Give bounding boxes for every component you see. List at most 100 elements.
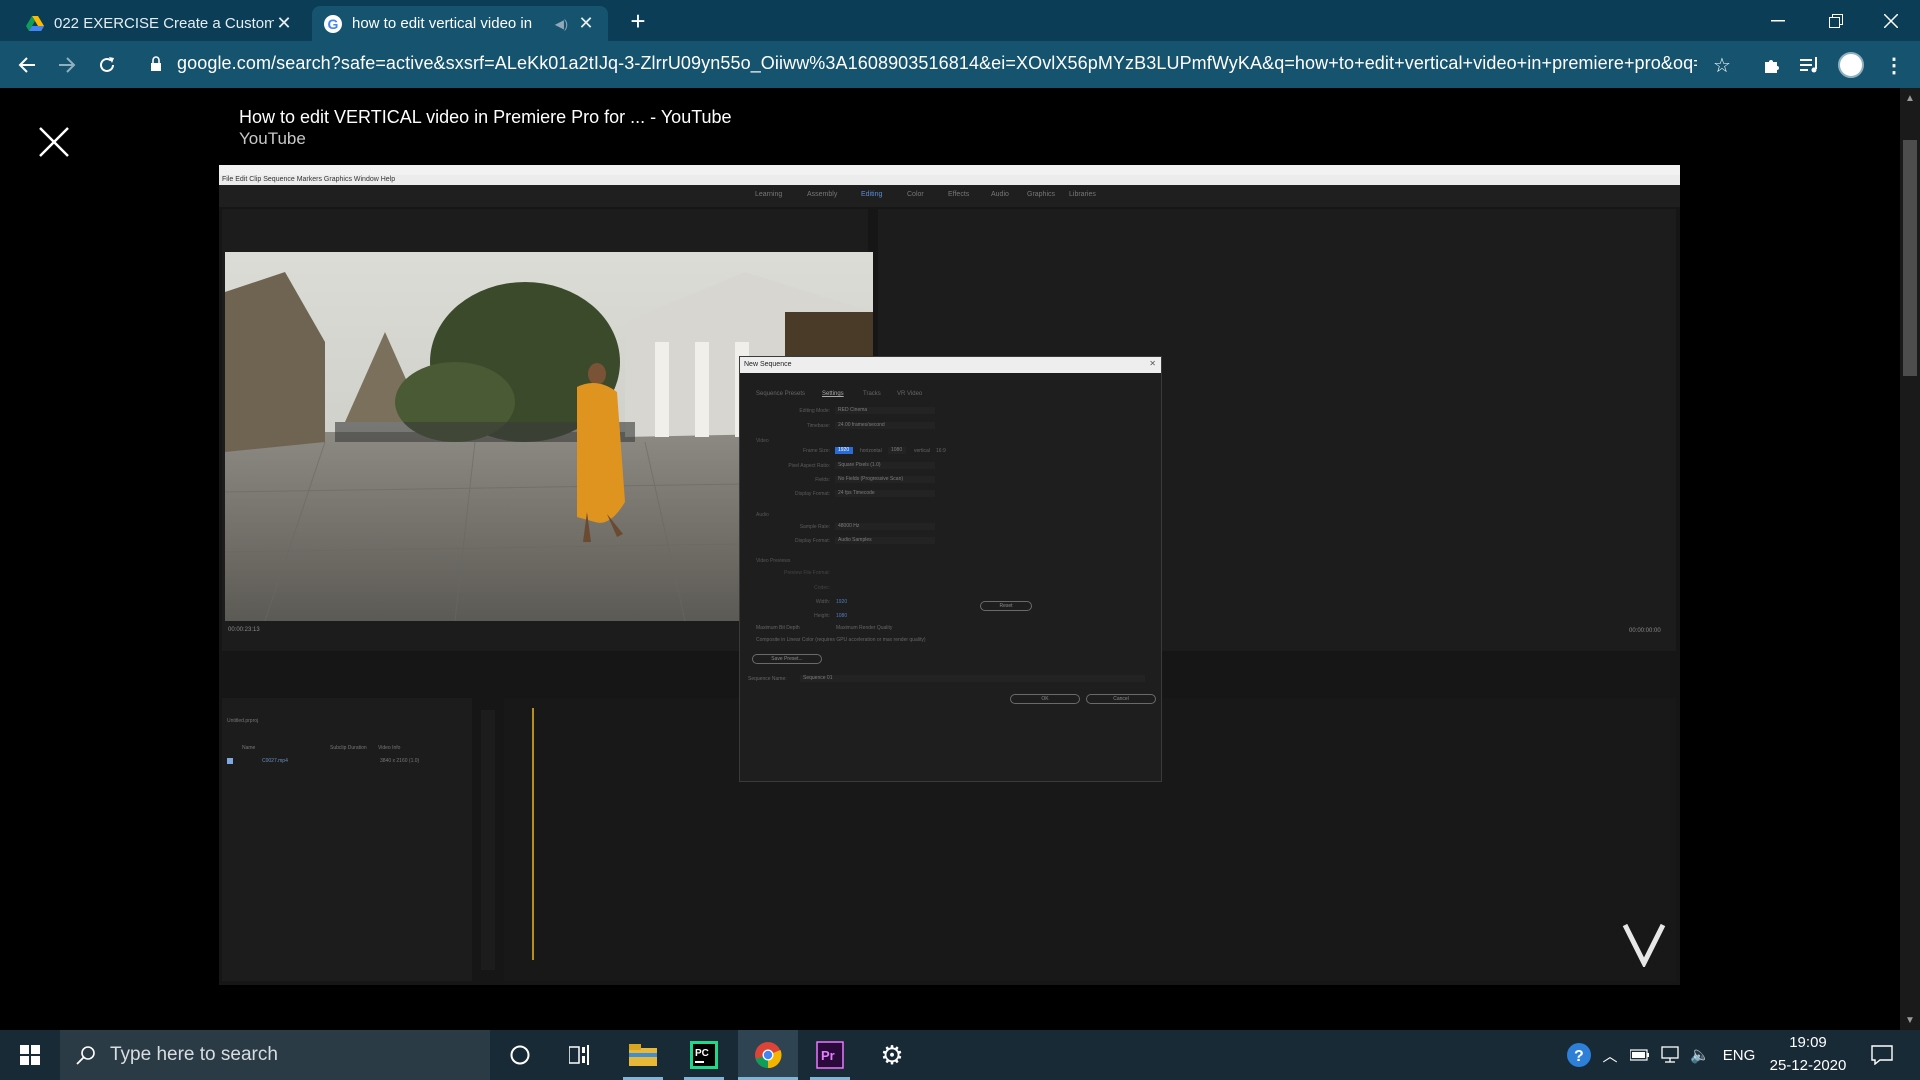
- audio-display-label: Display Format:: [794, 538, 830, 544]
- tab-title: how to edit vertical video in: [352, 15, 533, 32]
- task-view-icon: [569, 1045, 589, 1065]
- scroll-down-icon[interactable]: ▼: [1904, 1016, 1916, 1026]
- kebab-menu-icon: ⋮: [1884, 54, 1904, 77]
- task-view-button[interactable]: [550, 1030, 610, 1080]
- clock-date[interactable]: 25-12-2020: [1760, 1057, 1856, 1074]
- timebase-value: 24.00 frames/second: [835, 422, 935, 429]
- volume-tray[interactable]: 🔈: [1686, 1030, 1714, 1080]
- scrollbar-thumb[interactable]: [1903, 140, 1917, 376]
- puzzle-icon: [1765, 60, 1779, 73]
- clock-time[interactable]: 19:09: [1780, 1034, 1836, 1051]
- close-icon: [1884, 13, 1898, 28]
- reload-button[interactable]: [91, 49, 123, 81]
- windows-logo-icon: [20, 1045, 40, 1065]
- back-button[interactable]: [11, 49, 43, 81]
- video-section: Video: [756, 438, 769, 444]
- clip-checkbox: [227, 758, 233, 764]
- workspace-tab: Libraries: [1069, 191, 1096, 198]
- col-name: Name: [242, 745, 256, 751]
- channel-logo-watermark: [1621, 921, 1667, 969]
- workspace-tab: Color: [907, 191, 924, 198]
- premiere-button[interactable]: Pr: [800, 1030, 860, 1080]
- sample-rate-value: 48000 Hz: [835, 523, 935, 530]
- frame-height-field: 1080: [888, 447, 906, 454]
- menu-button[interactable]: ⋮: [1878, 49, 1910, 81]
- restore-button[interactable]: [1807, 0, 1865, 41]
- col-duration: Subclip Duration: [330, 745, 367, 751]
- pycharm-button[interactable]: PC: [674, 1030, 734, 1080]
- scroll-up-icon[interactable]: ▲: [1904, 94, 1916, 104]
- width-value: 1920: [836, 599, 848, 605]
- svg-text:PC: PC: [695, 1048, 709, 1059]
- network-tray[interactable]: [1656, 1030, 1684, 1080]
- extensions-button[interactable]: [1756, 49, 1788, 81]
- reload-icon: [100, 57, 114, 72]
- program-timecode: 00:00:00:00: [1629, 628, 1661, 634]
- file-explorer-button[interactable]: [613, 1030, 673, 1080]
- battery-tray[interactable]: [1627, 1030, 1653, 1080]
- close-viewer-button[interactable]: [36, 124, 72, 160]
- forward-button[interactable]: [51, 49, 83, 81]
- premiere-icon: Pr: [816, 1041, 844, 1069]
- input-language[interactable]: ENG: [1718, 1030, 1760, 1080]
- display-format-value: 24 fps Timecode: [835, 490, 935, 497]
- lock-icon[interactable]: [150, 56, 162, 72]
- close-tab-icon[interactable]: ✕: [274, 13, 294, 34]
- close-tab-icon[interactable]: ✕: [576, 13, 596, 34]
- notification-icon: [1871, 1045, 1893, 1065]
- forward-arrow-icon: [59, 57, 76, 73]
- new-sequence-dialog: New Sequence ✕ Sequence Presets Settings…: [739, 356, 1162, 782]
- close-window-button[interactable]: [1862, 0, 1920, 41]
- composite-checkbox: Composite in Linear Color (requires GPU …: [756, 637, 926, 643]
- network-icon: [1661, 1046, 1679, 1063]
- svg-text:Pr: Pr: [821, 1048, 835, 1063]
- dialog-close-icon: ✕: [1149, 359, 1156, 368]
- col-info: Video Info: [378, 745, 401, 751]
- help-tray-button[interactable]: ?: [1561, 1030, 1597, 1080]
- sequence-name-label: Sequence Name:: [748, 676, 787, 682]
- media-control-button[interactable]: [1794, 49, 1826, 81]
- display-format-label: Display Format:: [794, 491, 830, 497]
- vertical-label: vertical: [914, 448, 930, 454]
- playlist-icon: [1800, 57, 1817, 73]
- show-hidden-icons-button[interactable]: ︿: [1597, 1030, 1623, 1080]
- preview-format-label: Preview File Format:: [784, 570, 830, 576]
- editing-mode-value: RED Cinema: [835, 407, 935, 414]
- horizontal-label: horizontal: [860, 448, 882, 454]
- previews-section: Video Previews: [756, 558, 791, 564]
- tab-drive[interactable]: 022 EXERCISE Create a Custom B ✕: [14, 6, 306, 41]
- cortana-button[interactable]: [490, 1030, 550, 1080]
- svg-text:?: ?: [1574, 1048, 1584, 1065]
- workspace-tab: Graphics: [1027, 191, 1056, 198]
- new-tab-button[interactable]: +: [622, 6, 654, 38]
- dialog-title: New Sequence: [740, 357, 1161, 373]
- tab-audio-icon[interactable]: ◀): [555, 17, 568, 31]
- fields-label: Fields:: [815, 477, 830, 483]
- preview-image[interactable]: File Edit Clip Sequence Markers Graphics…: [219, 165, 1680, 985]
- bookmark-button[interactable]: ☆: [1706, 49, 1738, 81]
- restore-icon: [1829, 13, 1843, 28]
- start-button[interactable]: [0, 1030, 60, 1080]
- cortana-icon: [510, 1045, 530, 1065]
- tab-search[interactable]: G how to edit vertical video in ◀) ✕: [312, 6, 608, 41]
- dialog-tab: Settings: [822, 391, 844, 397]
- back-arrow-icon: [18, 57, 35, 73]
- dialog-tab: Tracks: [863, 391, 881, 397]
- minimize-button[interactable]: [1749, 0, 1807, 41]
- result-title-link[interactable]: How to edit VERTICAL video in Premiere P…: [239, 107, 732, 128]
- action-center-button[interactable]: [1856, 1030, 1908, 1080]
- help-icon: ?: [1567, 1043, 1591, 1067]
- taskbar-search-box[interactable]: Type here to search: [60, 1030, 490, 1080]
- profile-avatar[interactable]: [1838, 52, 1864, 78]
- premiere-menubar: File Edit Clip Sequence Markers Graphics…: [219, 175, 1680, 185]
- source-timecode: 00:00:23:13: [228, 627, 260, 633]
- frame-width-field: 1920: [835, 447, 853, 454]
- clip-info: 3840 x 2160 (1.0): [380, 758, 420, 764]
- chrome-button[interactable]: [738, 1030, 798, 1080]
- result-source[interactable]: YouTube: [239, 129, 306, 149]
- url-text[interactable]: google.com/search?safe=active&sxsrf=ALeK…: [177, 53, 1697, 74]
- workspace-tab: Editing: [861, 191, 883, 198]
- reset-button: Reset: [980, 601, 1032, 611]
- settings-button[interactable]: ⚙: [862, 1030, 922, 1080]
- search-icon: [76, 1046, 95, 1065]
